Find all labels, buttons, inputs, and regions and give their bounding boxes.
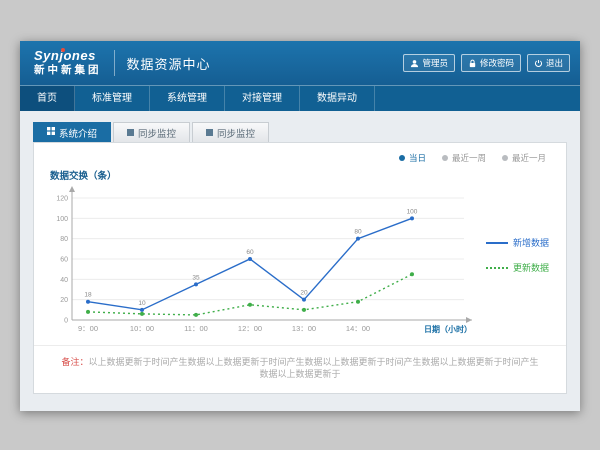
line-chart: 0 20 40 60 80 100 120 9：00 10：00 11：00 12：00 13：00 1… <box>34 182 566 346</box>
user-actions: 管理员 修改密码 退出 <box>403 54 570 72</box>
svg-text:100: 100 <box>407 208 418 215</box>
radio-dot-icon <box>502 155 508 161</box>
tab-label: 系统介绍 <box>59 126 97 140</box>
footnote-label: 备注： <box>61 357 88 367</box>
svg-text:18: 18 <box>84 292 92 299</box>
content-area: 系统介绍 同步监控 同步监控 当日 最近一周 <box>20 111 580 411</box>
nav-item-data-change[interactable]: 数据异动 <box>300 86 375 111</box>
tab-sync-monitor-1[interactable]: 同步监控 <box>113 122 190 142</box>
chart-canvas: 0 20 40 60 80 100 120 9：00 10：00 11：00 12：00 13：00 1… <box>38 182 482 346</box>
admin-user-button[interactable]: 管理员 <box>403 54 455 72</box>
svg-text:40: 40 <box>60 277 68 284</box>
app-window: Synjones 新中新集团 数据资源中心 管理员 修改密码 <box>20 41 580 411</box>
svg-text:9：00: 9：00 <box>78 324 98 333</box>
y-axis-title: 数据交换（条） <box>50 168 566 182</box>
legend-label: 新增数据 <box>513 236 549 249</box>
footnote-text: 以上数据更新于时间产生数据以上数据更新于时间产生数据以上数据更新于时间产生数据以… <box>89 357 539 380</box>
change-password-button[interactable]: 修改密码 <box>461 54 521 72</box>
filter-last-week[interactable]: 最近一周 <box>442 152 486 164</box>
power-icon <box>534 59 543 68</box>
svg-text:11：00: 11：00 <box>184 324 208 333</box>
logo-synjones-text: Synjones <box>34 49 102 62</box>
svg-text:80: 80 <box>60 236 68 243</box>
tab-sync-monitor-2[interactable]: 同步监控 <box>192 122 269 142</box>
admin-user-label: 管理员 <box>422 57 448 69</box>
logout-label: 退出 <box>546 57 563 69</box>
page-title: 数据资源中心 <box>127 54 211 73</box>
square-icon <box>206 129 213 136</box>
filter-today[interactable]: 当日 <box>399 152 426 164</box>
square-icon <box>127 129 134 136</box>
chart-card: 当日 最近一周 最近一月 数据交换（条） 0 20 40 60 80 100 120 9：00… <box>33 142 567 394</box>
grid-icon <box>47 127 55 138</box>
svg-text:20: 20 <box>60 297 68 304</box>
nav-item-integration-mgmt[interactable]: 对接管理 <box>225 86 300 111</box>
svg-text:80: 80 <box>354 229 362 236</box>
nav-item-standard-mgmt[interactable]: 标准管理 <box>75 86 150 111</box>
svg-text:35: 35 <box>192 274 200 281</box>
svg-text:0: 0 <box>64 318 68 325</box>
tab-system-intro[interactable]: 系统介绍 <box>33 122 111 142</box>
tab-label: 同步监控 <box>217 126 255 140</box>
svg-text:20: 20 <box>300 290 308 297</box>
nav-item-home[interactable]: 首页 <box>20 86 75 111</box>
brand-logo: Synjones 新中新集团 <box>34 49 102 77</box>
svg-text:100: 100 <box>56 216 68 223</box>
range-filters: 当日 最近一周 最近一月 <box>34 143 566 164</box>
change-password-label: 修改密码 <box>480 57 514 69</box>
svg-text:14：00: 14：00 <box>346 324 370 333</box>
lock-icon <box>468 59 477 68</box>
filter-label: 最近一月 <box>512 152 546 164</box>
logo-company-name: 新中新集团 <box>34 64 102 77</box>
legend-label: 更新数据 <box>513 261 549 274</box>
svg-text:60: 60 <box>246 249 254 256</box>
series-legend: 新增数据 更新数据 <box>486 236 549 274</box>
tab-label: 同步监控 <box>138 126 176 140</box>
filter-label: 最近一周 <box>452 152 486 164</box>
user-icon <box>410 59 419 68</box>
dotted-line-icon <box>486 267 508 269</box>
radio-dot-icon <box>399 155 405 161</box>
legend-updated-data[interactable]: 更新数据 <box>486 261 549 274</box>
svg-text:120: 120 <box>56 196 68 203</box>
filter-label: 当日 <box>409 152 426 164</box>
filter-last-month[interactable]: 最近一月 <box>502 152 546 164</box>
svg-text:10: 10 <box>138 300 146 307</box>
radio-dot-icon <box>442 155 448 161</box>
solid-line-icon <box>486 242 508 244</box>
svg-text:13：00: 13：00 <box>292 324 316 333</box>
main-nav: 首页 标准管理 系统管理 对接管理 数据异动 <box>20 85 580 111</box>
nav-item-system-mgmt[interactable]: 系统管理 <box>150 86 225 111</box>
header-divider <box>114 50 115 76</box>
legend-new-data[interactable]: 新增数据 <box>486 236 549 249</box>
svg-text:日期（小时）: 日期（小时） <box>424 324 472 334</box>
svg-text:12：00: 12：00 <box>238 324 262 333</box>
tab-bar: 系统介绍 同步监控 同步监控 <box>33 122 567 142</box>
logout-button[interactable]: 退出 <box>527 54 570 72</box>
svg-text:10：00: 10：00 <box>130 324 154 333</box>
app-header: Synjones 新中新集团 数据资源中心 管理员 修改密码 <box>20 41 580 85</box>
svg-text:60: 60 <box>60 257 68 264</box>
footnote: 备注：以上数据更新于时间产生数据以上数据更新于时间产生数据以上数据更新于时间产生… <box>34 345 566 393</box>
